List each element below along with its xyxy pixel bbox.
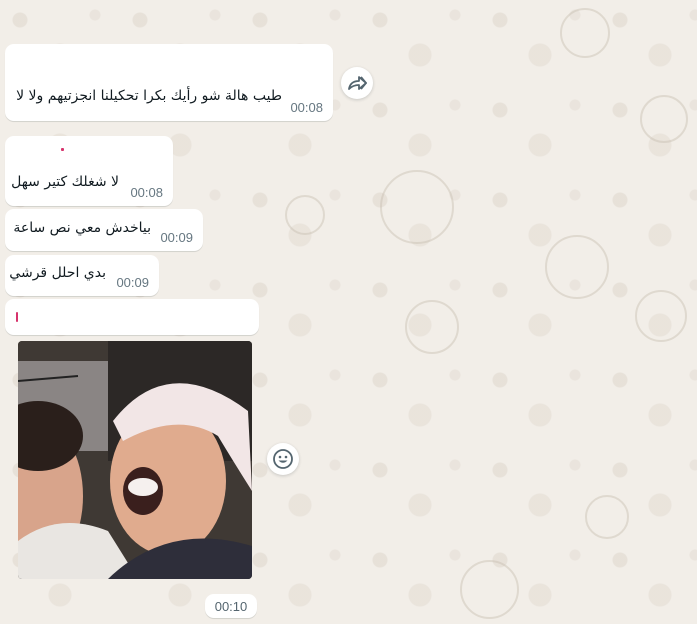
message-time: 00:08 — [130, 185, 163, 200]
background-doodle — [380, 170, 454, 244]
message-time: 00:09 — [160, 230, 193, 245]
message-text: بدي احلل قرشي — [9, 265, 106, 281]
background-doodle — [285, 195, 325, 235]
message-bubble[interactable]: لا شغلك كتير سهل 00:08 — [5, 136, 173, 206]
message-text: لا شغلك كتير سهل — [11, 174, 119, 190]
background-doodle — [460, 560, 519, 619]
emoji-reaction-icon — [273, 449, 293, 469]
image-message[interactable] — [18, 341, 252, 579]
background-doodle — [545, 235, 609, 299]
quote-marker — [61, 148, 64, 151]
message-time: 00:09 — [116, 275, 149, 290]
message-bubble[interactable]: بدي احلل قرشي 00:09 — [5, 255, 159, 296]
message-text: طيب هالة شو رأيك بكرا تحكيلنا انجزتيهم و… — [16, 88, 282, 104]
photo-content — [18, 341, 252, 579]
image-time-label: 00:10 — [214, 598, 248, 614]
react-button[interactable] — [267, 443, 299, 475]
message-bubble[interactable] — [5, 299, 259, 335]
message-bubble[interactable]: بياخدش معي نص ساعة 00:09 — [5, 209, 203, 251]
message-text: بياخدش معي نص ساعة — [13, 220, 151, 236]
quote-marker — [16, 312, 18, 322]
image-time: 00:10 — [205, 594, 257, 618]
message-time: 00:08 — [290, 100, 323, 115]
background-doodle — [640, 95, 688, 143]
background-doodle — [560, 8, 610, 58]
forward-button[interactable] — [341, 67, 373, 99]
background-doodle — [635, 290, 687, 342]
background-doodle — [405, 300, 459, 354]
message-bubble[interactable]: طيب هالة شو رأيك بكرا تحكيلنا انجزتيهم و… — [5, 44, 333, 121]
forward-icon — [348, 76, 367, 90]
background-doodle — [585, 495, 629, 539]
